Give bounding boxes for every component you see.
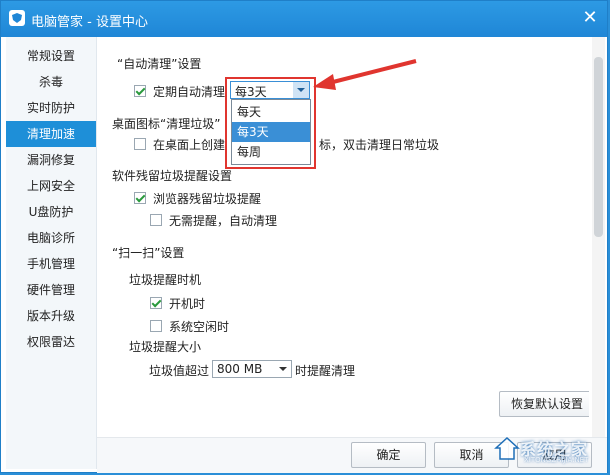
red-arrow-icon [313,59,417,90]
residue-heading: 软件残留垃圾提醒设置 [112,169,233,183]
vertical-scrollbar[interactable] [592,37,605,437]
sidebar-item-antivirus[interactable]: 杀毒 [6,69,96,95]
idle-checkbox[interactable] [150,320,162,332]
title-bar: 电脑管家 - 设置中心 ✕ [1,1,607,37]
scan-heading: “扫一扫”设置 [112,246,185,260]
house-logo-icon [494,436,520,460]
sidebar-item-general[interactable]: 常规设置 [6,43,96,69]
settings-window: 电脑管家 - 设置中心 ✕ 常规设置 杀毒 实时防护 清理加速 漏洞修复 上网安… [0,0,608,473]
restore-default-button[interactable]: 恢复默认设置 [499,391,589,417]
window-title: 电脑管家 - 设置中心 [31,15,148,30]
sidebar-item-usb[interactable]: U盘防护 [6,199,96,225]
close-icon[interactable]: ✕ [579,7,601,29]
idle-label: 系统空闲时 [169,320,230,334]
sidebar-item-vulnerability[interactable]: 漏洞修复 [6,147,96,173]
sidebar-item-permission[interactable]: 权限雷达 [6,329,96,355]
sidebar-item-clinic[interactable]: 电脑诊所 [6,225,96,251]
watermark: 系统之家 XITONGZHIJIA.NET [490,430,608,470]
ok-button[interactable]: 确定 [351,442,426,468]
size-prefix: 垃圾值超过 [149,364,210,378]
desktop-icon-checkbox[interactable] [134,138,146,150]
size-select[interactable]: 800 MB [212,360,292,378]
desktop-icon-heading: 桌面图标“清理垃圾” [112,117,221,131]
settings-content: “自动清理”设置 定期自动清理 桌面图标“清理垃圾” 在桌面上创建 标，双击清理… [97,37,589,437]
sidebar-item-hardware[interactable]: 硬件管理 [6,277,96,303]
sidebar-item-upgrade[interactable]: 版本升级 [6,303,96,329]
boot-label: 开机时 [169,297,206,311]
size-suffix: 时提醒清理 [295,364,356,378]
sidebar: 常规设置 杀毒 实时防护 清理加速 漏洞修复 上网安全 U盘防护 电脑诊所 手机… [6,37,97,469]
sidebar-item-realtime[interactable]: 实时防护 [6,95,96,121]
browser-residue-checkbox[interactable] [134,192,146,204]
watermark-sub: XITONGZHIJIA.NET [524,456,589,464]
auto-clean-checkbox[interactable] [134,85,146,97]
app-logo-icon [9,10,25,26]
timing-heading: 垃圾提醒时机 [129,273,202,287]
sidebar-item-cleanup[interactable]: 清理加速 [6,121,96,147]
auto-clean-label: 定期自动清理 [153,85,226,99]
sidebar-item-phone[interactable]: 手机管理 [6,251,96,277]
scrollbar-thumb[interactable] [594,57,603,237]
browser-residue-label: 浏览器残留垃圾提醒 [153,192,262,206]
chevron-down-icon [279,367,287,371]
highlight-box [225,77,316,169]
sidebar-item-web-security[interactable]: 上网安全 [6,173,96,199]
size-heading: 垃圾提醒大小 [129,340,202,354]
desktop-icon-label-end: 标，双击清理日常垃圾 [319,138,440,152]
auto-clean-heading: “自动清理”设置 [117,57,202,71]
auto-clean-residue-label: 无需提醒，自动清理 [169,214,278,228]
size-select-value: 800 MB [217,362,263,376]
boot-checkbox[interactable] [150,297,162,309]
auto-clean-residue-checkbox[interactable] [150,214,162,226]
desktop-icon-label-start: 在桌面上创建 [153,138,226,152]
